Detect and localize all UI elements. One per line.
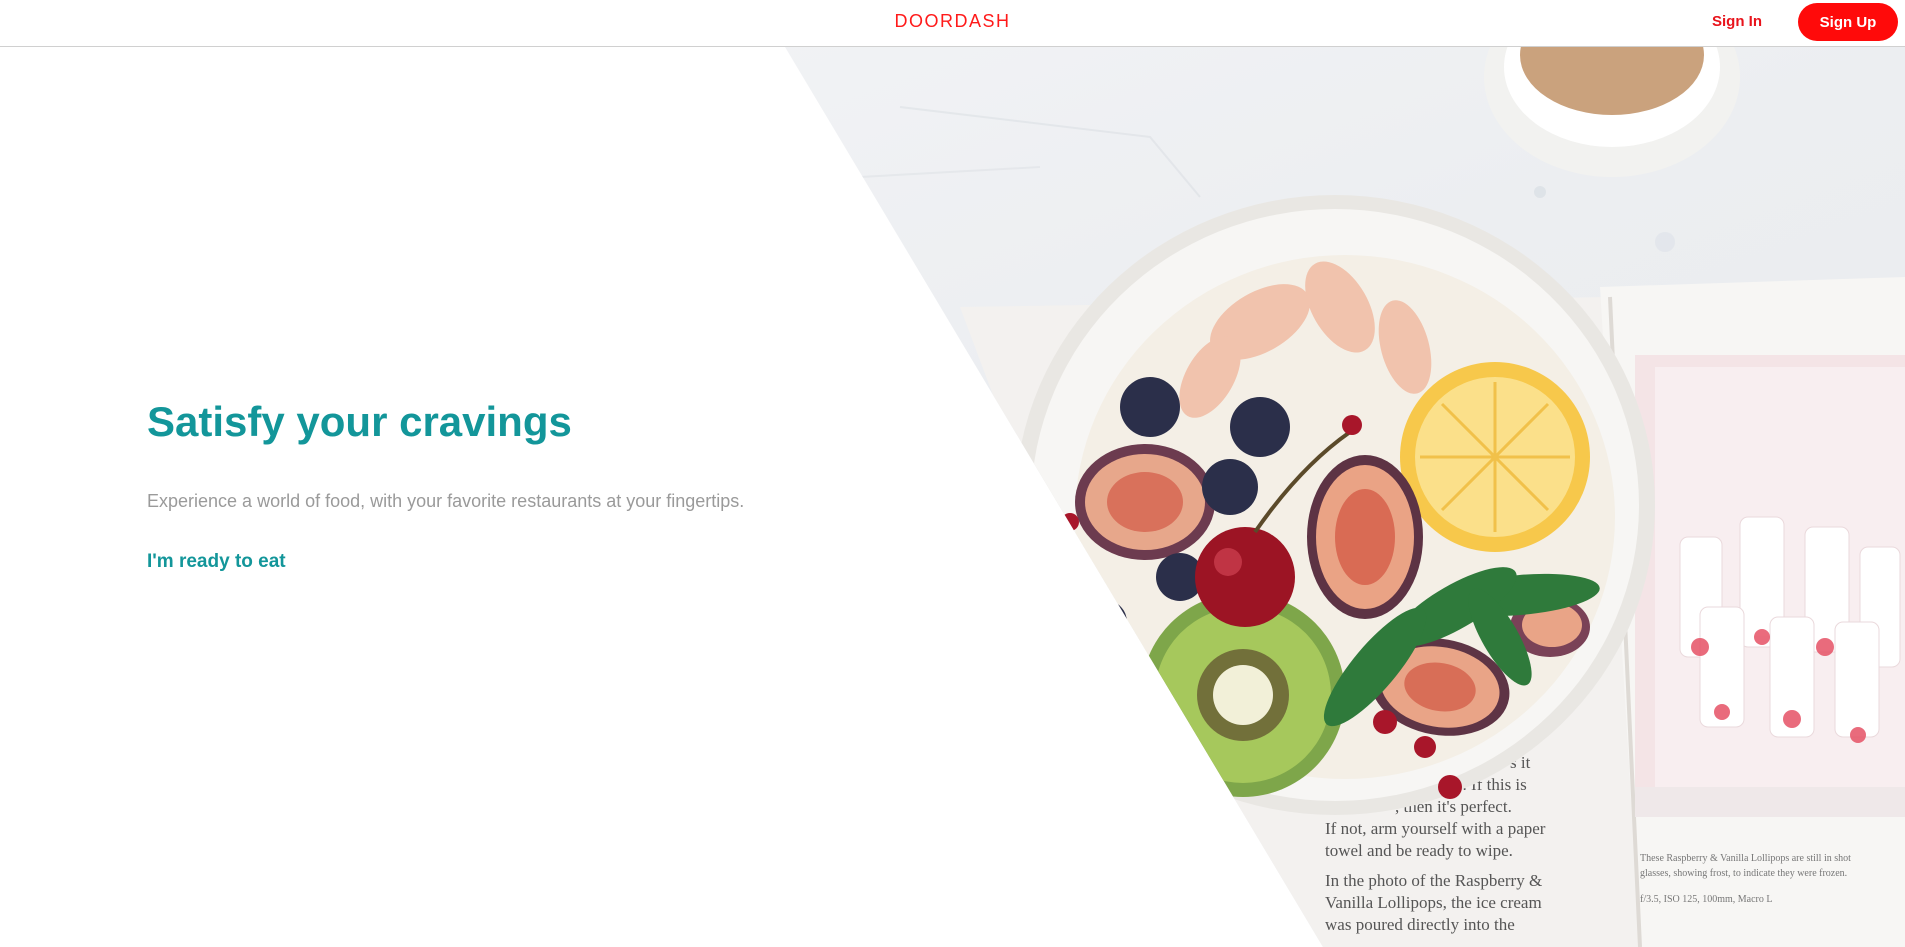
svg-text:towel and be ready to wipe.: towel and be ready to wipe. — [1325, 841, 1513, 860]
svg-text:was poured directly into the: was poured directly into the — [1325, 915, 1515, 934]
svg-text:These Raspberry & Vanilla Loll: These Raspberry & Vanilla Lollipops are … — [1640, 853, 1851, 864]
sign-up-button[interactable]: Sign Up — [1798, 3, 1898, 41]
svg-text:In the photo of the Raspberry: In the photo of the Raspberry & — [1325, 871, 1542, 890]
landing-page: DOORDASH Sign In Sign Up s it e. If this… — [0, 0, 1905, 947]
coffee-cup — [1484, 47, 1740, 177]
sign-in-link[interactable]: Sign In — [1712, 13, 1762, 30]
svg-text:If not, arm yourself with a pa: If not, arm yourself with a paper — [1325, 819, 1546, 838]
fruit-bowl — [1015, 195, 1655, 815]
hero-headline: Satisfy your cravings — [147, 398, 572, 445]
ready-to-eat-link[interactable]: I'm ready to eat — [147, 551, 286, 573]
top-nav: DOORDASH Sign In Sign Up — [0, 0, 1905, 47]
brand-logo-wrapper: DOORDASH — [0, 11, 1905, 32]
lemon-slice — [1400, 362, 1590, 552]
svg-text:glasses, showing frost, to ind: glasses, showing frost, to indicate they… — [1640, 868, 1847, 879]
svg-text:f/3.5, ISO 125, 100mm, Macro L: f/3.5, ISO 125, 100mm, Macro L — [1640, 894, 1773, 905]
svg-text:Vanilla Lollipops, the ice cre: Vanilla Lollipops, the ice cream — [1325, 893, 1542, 912]
brand-logo[interactable]: DOORDASH — [894, 11, 1010, 31]
hero-subtext: Experience a world of food, with your fa… — [147, 491, 745, 511]
